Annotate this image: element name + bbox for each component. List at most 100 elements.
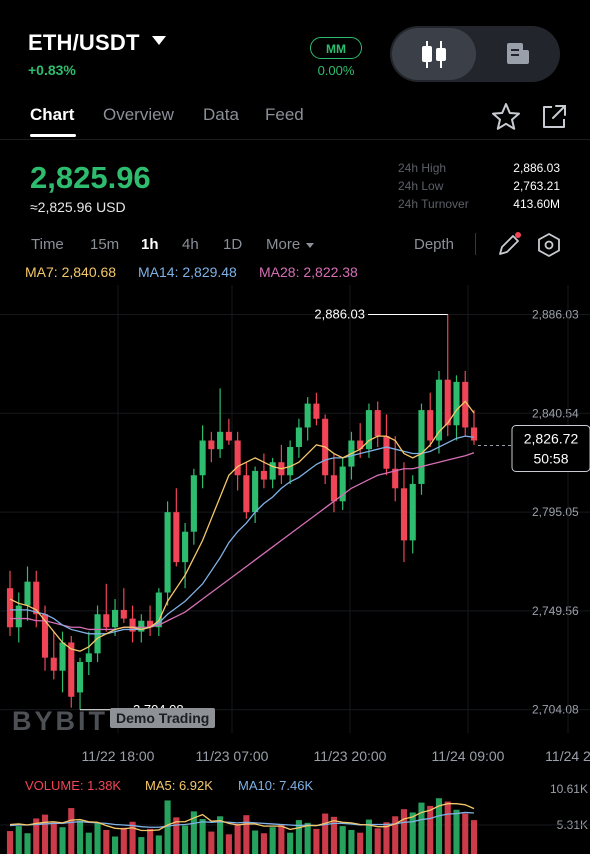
- candle-body: [199, 440, 206, 476]
- candle-body: [6, 588, 14, 628]
- mm-badge[interactable]: MM: [310, 37, 362, 59]
- candle-body: [182, 531, 189, 563]
- tab-feed[interactable]: Feed: [265, 105, 304, 125]
- tf-4h[interactable]: 4h: [182, 236, 199, 253]
- candle-body: [260, 470, 267, 480]
- candle-body: [225, 431, 232, 441]
- volume-bar: [155, 835, 162, 854]
- y-tick-label: 2,704.08: [532, 703, 579, 717]
- volume-bar: [453, 809, 460, 854]
- hexagon-settings-icon[interactable]: [535, 231, 563, 259]
- candle-body: [208, 440, 215, 450]
- x-tick-label: 11/24 2: [545, 748, 590, 764]
- share-icon[interactable]: [538, 101, 570, 133]
- bybit-logo: BYBIT: [12, 706, 108, 736]
- candle-body: [444, 379, 451, 426]
- candle-body: [453, 381, 460, 426]
- stat-high-value: 2,886.03: [513, 161, 560, 175]
- price-usd: ≈2,825.96 USD: [30, 199, 126, 215]
- pencil-icon[interactable]: [494, 230, 524, 260]
- candle-body: [287, 447, 294, 476]
- candle-body: [164, 512, 171, 593]
- candlestick-chart[interactable]: 2,886.03 2,840.54 2,795.05 2,749.56 2,704.08…: [0, 285, 590, 775]
- last-price: 2,825.96: [30, 160, 151, 195]
- volume-bar: [76, 820, 84, 854]
- volume-bar: [15, 826, 22, 854]
- tf-15m[interactable]: 15m: [90, 236, 119, 253]
- volume-bar: [225, 834, 232, 854]
- candle-body: [243, 475, 250, 513]
- candle-body: [111, 609, 119, 628]
- view-toggle-candles[interactable]: [392, 28, 476, 80]
- y-tick-label: 2,795.05: [532, 505, 579, 519]
- volume-bar: [129, 821, 136, 854]
- view-toggle-book[interactable]: [476, 28, 560, 80]
- candle-body: [50, 657, 57, 671]
- y-tick-label: 2,886.03: [532, 307, 579, 321]
- candle-body: [217, 431, 224, 450]
- current-price-value: 2,826.72: [524, 431, 579, 447]
- volume-bar: [427, 805, 434, 854]
- candle-body: [427, 410, 434, 441]
- volume-bar: [243, 815, 250, 854]
- volume-bar: [6, 831, 14, 854]
- tf-1d[interactable]: 1D: [223, 236, 242, 253]
- candle-body: [190, 475, 197, 532]
- candle-body: [400, 488, 408, 541]
- volume-bar: [287, 832, 294, 854]
- stat-turnover-label: 24h Turnover: [398, 197, 469, 211]
- candle-body: [374, 410, 381, 437]
- candle-body: [418, 410, 425, 484]
- candle-body: [68, 642, 75, 697]
- volume-bar: [94, 823, 101, 854]
- divider-vertical: [475, 233, 476, 255]
- price-change-pct: +0.83%: [28, 62, 76, 78]
- volume-bar: [409, 812, 416, 854]
- volume-bar: [103, 829, 110, 854]
- stat-low-label: 24h Low: [398, 179, 444, 193]
- x-tick-label: 11/23 20:00: [314, 748, 387, 764]
- tab-chart[interactable]: Chart: [30, 105, 74, 125]
- tab-overview[interactable]: Overview: [103, 105, 174, 125]
- high-marker-label: 2,886.03: [314, 307, 365, 322]
- tf-more[interactable]: More: [266, 236, 300, 253]
- volume-bar: [330, 816, 337, 854]
- demo-trading-badge: Demo Trading: [110, 708, 216, 728]
- volume-bar: [111, 836, 119, 854]
- star-icon[interactable]: [490, 101, 522, 133]
- countdown-timer: 50:58: [533, 451, 568, 467]
- stat-high-label: 24h High: [398, 161, 447, 175]
- candle-body: [76, 662, 84, 693]
- depth-button[interactable]: Depth: [414, 236, 454, 253]
- candle-body: [295, 427, 302, 448]
- candle-body: [409, 483, 416, 541]
- volume-bar: [252, 830, 259, 854]
- candle-body: [234, 440, 241, 476]
- volume-bar: [444, 801, 451, 854]
- volume-bar: [138, 837, 145, 854]
- candle-body: [470, 427, 478, 441]
- volume-bar: [357, 832, 364, 854]
- tab-data[interactable]: Data: [203, 105, 239, 125]
- volume-bar: [348, 829, 355, 854]
- tf-time[interactable]: Time: [31, 236, 64, 253]
- volume-bar: [208, 831, 215, 854]
- candle-body: [15, 605, 22, 628]
- stat-turnover-value: 413.60M: [513, 197, 560, 211]
- candle-body: [313, 403, 320, 419]
- chevron-down-icon[interactable]: [152, 36, 166, 45]
- volume-bar: [24, 833, 31, 854]
- volume-bar: [339, 826, 346, 854]
- volume-bar: [304, 822, 311, 854]
- volume-chart[interactable]: [0, 790, 590, 854]
- volume-bar: [85, 832, 92, 854]
- pair-title[interactable]: ETH/USDT: [28, 30, 140, 56]
- orderbook-icon: [507, 43, 529, 64]
- tf-1h[interactable]: 1h: [141, 236, 159, 253]
- ma28-label: MA28: 2,822.38: [259, 264, 358, 280]
- candle-body: [85, 653, 92, 663]
- candle-body: [59, 642, 66, 671]
- volume-bar: [313, 828, 320, 854]
- candle-body: [304, 403, 311, 428]
- mm-pct: 0.00%: [317, 63, 355, 78]
